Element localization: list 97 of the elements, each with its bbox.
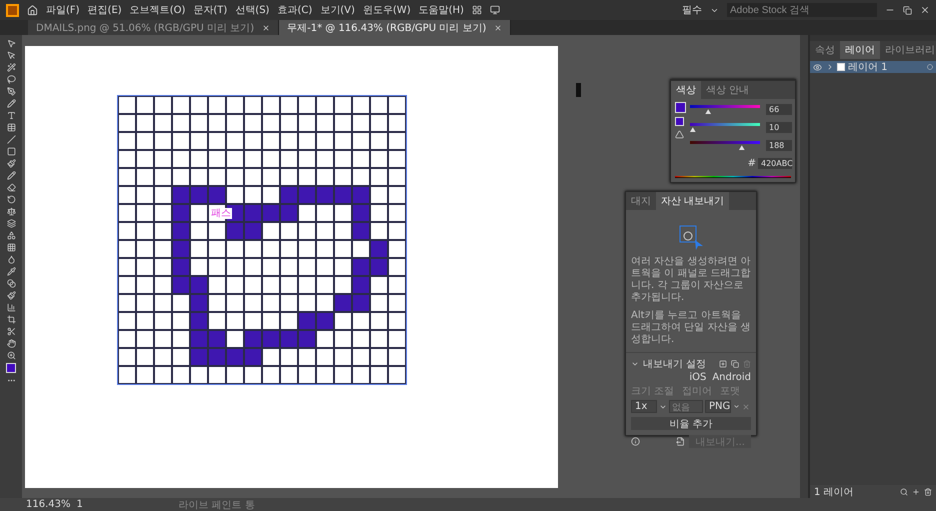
hand-icon[interactable] [6, 339, 16, 348]
eyedropper-icon[interactable] [6, 267, 16, 276]
menu-item[interactable]: 파일(F) [46, 3, 80, 17]
format-select[interactable]: PNG [705, 400, 731, 413]
layer-count: 1 레이어 [814, 486, 854, 498]
value-field[interactable]: 10 [766, 122, 792, 134]
menu-item[interactable]: 효과(C) [277, 3, 312, 17]
instruction-text: Alt키를 누르고 아트웍을 드래그하여 단일 자산을 생성합니다. [631, 310, 751, 346]
add-scale-button[interactable]: 비율 추가 [631, 417, 751, 430]
blend-icon[interactable] [6, 279, 16, 288]
rotate-icon[interactable] [6, 195, 16, 204]
menu-item[interactable]: 선택(S) [235, 3, 270, 17]
panel-tab[interactable]: 대지 [626, 192, 656, 210]
menu-item[interactable]: 윈도우(W) [362, 3, 411, 17]
info-icon[interactable] [631, 437, 640, 446]
drag-artwork-icon [678, 224, 704, 250]
color-swatch[interactable] [675, 117, 684, 126]
slider-thumb[interactable] [705, 109, 712, 114]
scale-icon[interactable] [6, 207, 16, 216]
add-icon[interactable] [912, 488, 920, 496]
panel-tab[interactable]: 속성 [810, 41, 840, 59]
hex-prefix: # [748, 158, 756, 170]
marker-bar [576, 83, 581, 97]
panel-tab[interactable]: 레이어 [840, 41, 880, 59]
close-icon[interactable] [920, 5, 930, 15]
artboard-field[interactable]: 1 [76, 499, 106, 510]
brush-icon[interactable] [6, 159, 16, 168]
layers-icon[interactable] [6, 219, 16, 228]
line-icon[interactable] [6, 135, 16, 144]
section-title: 내보내기 설정 [643, 358, 706, 371]
trash-icon[interactable] [924, 488, 932, 496]
lasso-icon[interactable] [6, 75, 16, 84]
instruction-text: 여러 자산을 생성하려면 아트웍을 이 패널로 드래그합니다. 각 그룹이 자산으로 추가됩니다. [631, 256, 751, 304]
color-slider[interactable] [690, 123, 760, 132]
copy-icon[interactable] [731, 360, 739, 368]
pointer-icon[interactable] [6, 51, 16, 60]
layer-row[interactable]: 레이어 1 [810, 61, 936, 73]
shapes-icon[interactable] [6, 231, 16, 240]
document-tab[interactable]: DMAILS.png @ 51.06% (RGB/GPU 미리 보기) [28, 20, 280, 35]
menu-item[interactable]: 편집(E) [88, 3, 122, 17]
fill-swatch[interactable] [6, 363, 16, 373]
workspace-menu[interactable]: 필수 [682, 3, 702, 17]
close-icon[interactable] [494, 24, 502, 32]
layout-icon[interactable] [472, 5, 482, 15]
chart-icon[interactable] [6, 303, 16, 312]
close-icon[interactable] [262, 24, 270, 32]
panel-tab[interactable]: 색상 [671, 81, 701, 100]
document-tab[interactable]: 무제-1* @ 116.43% (RGB/GPU 미리 보기) [279, 20, 512, 35]
selection-icon[interactable] [6, 39, 16, 48]
target-icon[interactable] [927, 64, 933, 70]
wand-icon[interactable] [6, 63, 16, 72]
fill-swatch[interactable] [675, 102, 686, 114]
pencil-icon[interactable] [6, 99, 16, 108]
screen-icon[interactable] [490, 5, 500, 15]
platform-link[interactable]: iOS [689, 372, 706, 383]
pen-icon[interactable] [6, 87, 16, 96]
eraser-icon[interactable] [6, 183, 16, 192]
search-icon[interactable] [900, 488, 908, 496]
value-field[interactable]: 188 [766, 140, 792, 152]
scissors-icon[interactable] [6, 327, 16, 336]
panel-tab[interactable]: 자산 내보내기 [656, 192, 730, 210]
menu-item[interactable]: 문자(T) [193, 3, 228, 17]
slider-thumb[interactable] [690, 127, 696, 132]
menu-item[interactable]: 도움말(H) [418, 3, 464, 17]
home-icon[interactable] [27, 4, 38, 16]
color-slider[interactable] [690, 141, 760, 150]
caret-icon[interactable] [631, 360, 639, 368]
suffix-field[interactable]: 없음 [669, 400, 703, 413]
panel-tab[interactable]: 색상 안내 [701, 81, 754, 100]
restore-icon[interactable] [903, 6, 912, 14]
slider-thumb[interactable] [738, 145, 745, 150]
rectangle-icon[interactable] [6, 147, 16, 156]
export-icon[interactable] [676, 437, 686, 446]
search-field[interactable]: Adobe Stock 검색 [727, 3, 877, 17]
zoom-field[interactable]: 116.43% [26, 499, 70, 510]
panel-tab[interactable]: 라이브러리 [880, 41, 936, 59]
pencil-icon[interactable] [6, 171, 16, 180]
add-icon[interactable] [719, 360, 727, 368]
type-icon[interactable] [6, 111, 16, 120]
layer-thumbnail [837, 63, 845, 71]
hex-field[interactable]: 420ABC [758, 158, 792, 170]
menu-item[interactable]: 오브젝트(O) [130, 3, 186, 17]
app-logo[interactable] [6, 4, 19, 16]
caret-icon[interactable] [733, 403, 740, 410]
value-field[interactable]: 66 [766, 104, 792, 116]
chevron-icon[interactable] [826, 63, 834, 71]
scale-field[interactable]: 1x [631, 400, 657, 413]
platform-link[interactable]: Android [712, 372, 751, 383]
zoom-icon[interactable] [6, 351, 16, 360]
menu-item[interactable]: 보기(V) [320, 3, 355, 17]
table-icon[interactable] [6, 123, 16, 132]
smart-guide-label: 패스 [210, 208, 232, 219]
layer-name: 레이어 1 [848, 61, 888, 74]
mesh-icon[interactable] [6, 243, 16, 252]
current-tool-label: 라이브 페인트 통 [178, 498, 255, 511]
color-slider[interactable] [690, 105, 760, 114]
eye-icon[interactable] [813, 62, 823, 72]
